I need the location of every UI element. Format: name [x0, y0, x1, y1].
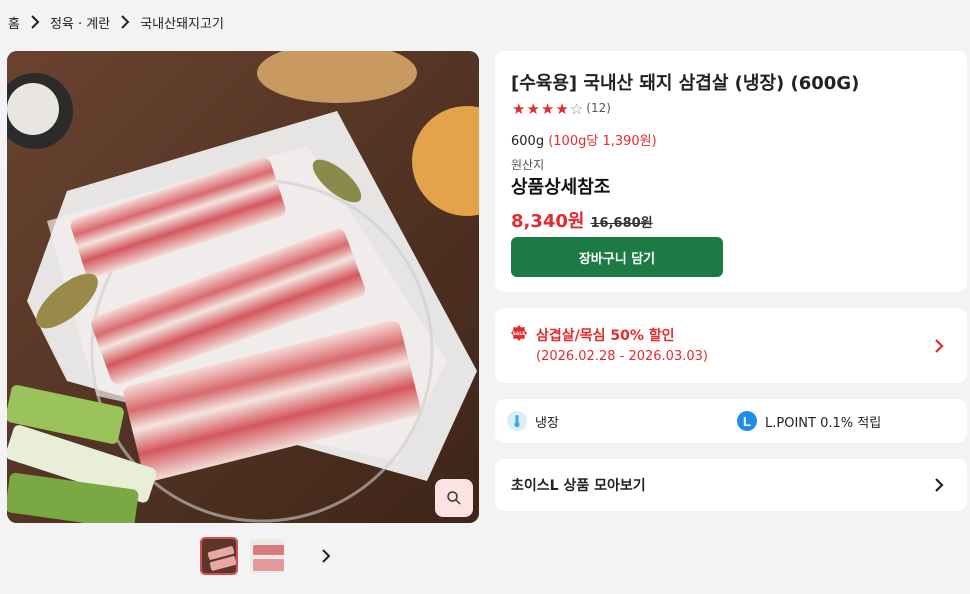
promo-title: 삼겹살/목심 50% 할인 — [536, 328, 675, 344]
chevron-right-icon — [935, 339, 944, 353]
choice-l-label: 초이스L 상품 모아보기 — [511, 478, 646, 494]
zoom-button[interactable] — [435, 479, 473, 517]
thumbnail-next-button[interactable] — [314, 544, 338, 568]
pork-belly-photo — [7, 51, 479, 523]
choice-l-card[interactable]: 초이스L 상품 모아보기 — [495, 459, 967, 511]
stars: ★★★★☆ — [512, 99, 584, 118]
breadcrumb-domestic-pork[interactable]: 국내산돼지고기 — [140, 13, 224, 32]
chevron-right-icon — [31, 15, 40, 29]
unit-price: (100g당 1,390원) — [548, 134, 657, 149]
star-filled-icon: ★ — [555, 99, 569, 118]
product-info-card: [수육용] 국내산 돼지 삼겹살 (냉장) (600G) ★★★★☆ (12) … — [495, 51, 967, 292]
storage-label: 냉장 — [535, 415, 559, 431]
sale-price: 8,340원 — [511, 211, 585, 232]
product-main-image[interactable] — [7, 51, 479, 523]
svg-text:SALE: SALE — [513, 331, 526, 337]
weight: 600g — [511, 134, 545, 149]
thumbnail-1[interactable] — [200, 537, 238, 575]
thumbnail-strip — [200, 537, 338, 575]
thumbnail-image — [202, 539, 236, 573]
chevron-right-icon — [322, 549, 331, 563]
star-rating[interactable]: ★★★★☆ (12) — [512, 99, 611, 118]
add-to-cart-button[interactable]: 장바구니 담기 — [511, 237, 723, 277]
lpoint-icon: L — [737, 411, 757, 431]
promo-date: (2026.02.28 - 2026.03.03) — [536, 349, 708, 364]
star-filled-icon: ★ — [540, 99, 555, 118]
storage-type: 냉장 — [507, 411, 559, 431]
breadcrumb-meat-egg[interactable]: 정육 · 계란 — [50, 13, 110, 32]
star-empty-icon: ☆ — [569, 99, 584, 118]
star-filled-icon: ★ — [512, 99, 526, 118]
review-count: (12) — [586, 101, 611, 115]
product-title: [수육용] 국내산 돼지 삼겹살 (냉장) (600G) — [511, 73, 860, 94]
thumbnail-image — [250, 539, 284, 573]
origin-label: 원산지 — [511, 158, 545, 172]
lpoint-label: L.POINT 0.1% 적립 — [765, 415, 882, 431]
benefit-card: 냉장 L L.POINT 0.1% 적립 — [495, 399, 967, 443]
thumbnail-2[interactable] — [248, 537, 286, 575]
weight-unit-price: 600g (100g당 1,390원) — [511, 130, 657, 149]
breadcrumb-home[interactable]: 홈 — [8, 13, 20, 32]
star-filled-icon: ★ — [526, 99, 540, 118]
original-price: 16,680원 — [590, 216, 653, 231]
origin-value: 상품상세참조 — [511, 177, 611, 198]
chevron-right-icon — [935, 478, 944, 492]
thermometer-icon — [507, 411, 527, 431]
promo-card[interactable]: SALE 삼겹살/목심 50% 할인 (2026.02.28 - 2026.03… — [495, 308, 967, 383]
lpoint-benefit: L L.POINT 0.1% 적립 — [737, 411, 881, 431]
price-row: 8,340원 16,680원 — [511, 207, 653, 233]
magnifier-icon — [447, 491, 461, 505]
sale-badge-icon: SALE — [511, 325, 527, 341]
chevron-right-icon — [121, 15, 130, 29]
breadcrumb: 홈 정육 · 계란 국내산돼지고기 — [8, 12, 224, 32]
